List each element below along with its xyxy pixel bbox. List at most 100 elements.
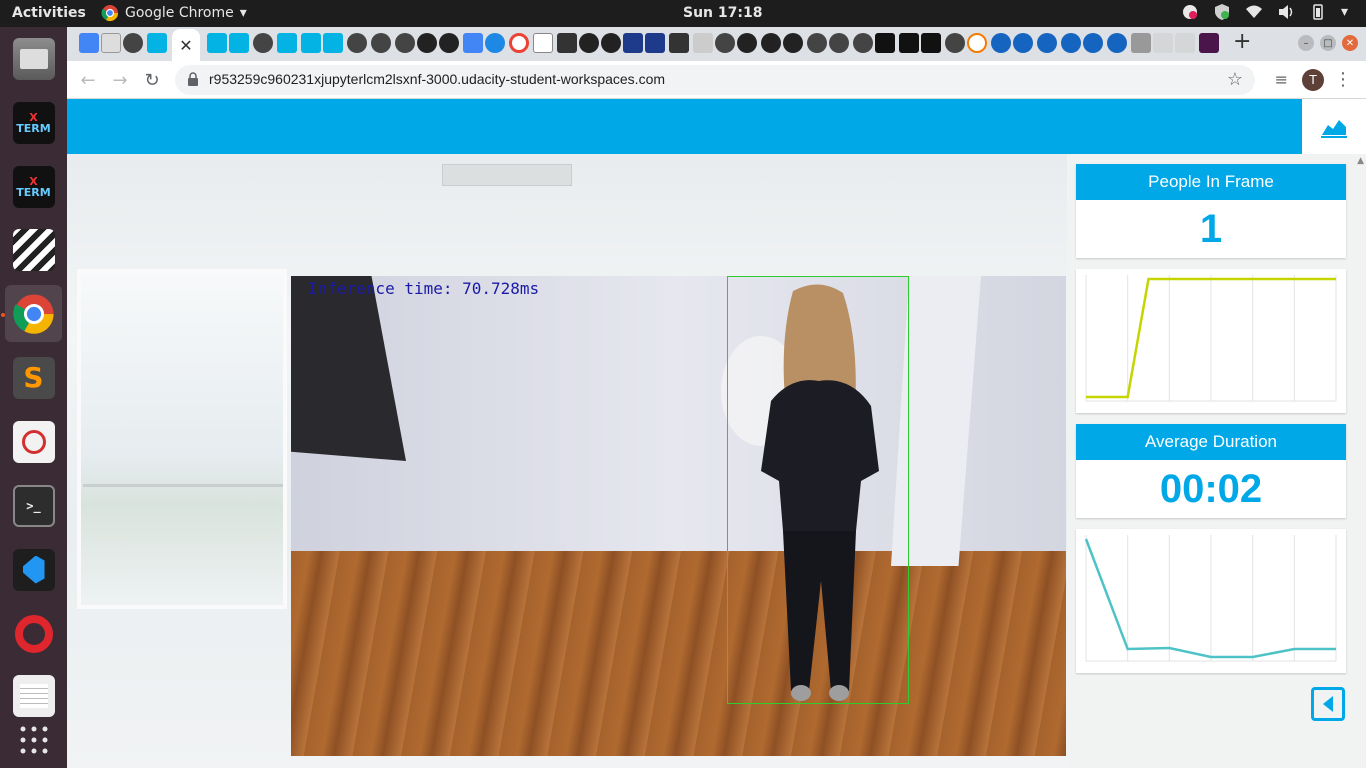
tab-page[interactable] [1083,33,1103,53]
app-menu[interactable]: Google Chrome ▾ [101,4,247,22]
tab-udacity[interactable] [147,33,167,53]
tab-udacity[interactable] [301,33,321,53]
tab-page[interactable] [645,33,665,53]
tab-udacity[interactable] [229,33,249,53]
slack-icon[interactable] [1181,3,1199,21]
video-editor-launcher[interactable] [5,221,62,278]
tab-page[interactable] [1107,33,1127,53]
tab-page[interactable] [601,33,621,53]
clapperboard-icon [12,228,55,271]
new-tab-button[interactable]: + [1233,29,1251,54]
chevron-down-icon: ▾ [1340,4,1348,20]
tab-page[interactable] [1153,33,1173,53]
tab-page[interactable] [1013,33,1033,53]
tab-github[interactable] [715,33,735,53]
document-viewer-launcher[interactable] [5,413,62,470]
vscode-launcher[interactable] [5,541,62,598]
url-text[interactable]: r953259c960231xjupyterlcm2lsxnf-3000.uda… [209,71,665,87]
menu-icon[interactable]: ⋮ [1334,69,1352,90]
tab-page[interactable] [439,33,459,53]
tab-medium[interactable] [899,33,919,53]
close-icon[interactable]: ✕ [179,36,192,55]
maximize-icon[interactable]: □ [1320,35,1336,51]
chrome-launcher[interactable] [5,285,62,342]
tab-page[interactable] [623,33,643,53]
tab-github[interactable] [253,33,273,53]
back-icon[interactable]: ← [77,69,99,91]
video-floor [291,551,1066,756]
tab-notion[interactable] [101,33,121,53]
files-launcher[interactable] [5,30,62,87]
tab-github[interactable] [395,33,415,53]
minimize-icon[interactable]: – [1298,35,1314,51]
chrome-icon [101,5,119,22]
tab-page[interactable] [783,33,803,53]
xterm-icon: X TERM [12,101,55,144]
tab-page[interactable] [1131,33,1151,53]
shield-icon[interactable] [1213,3,1231,21]
xterm-launcher-2[interactable]: X TERM [5,158,62,215]
area-chart-icon [1321,119,1347,138]
tab-page[interactable] [967,33,987,53]
tab-udacity[interactable] [277,33,297,53]
tab-udacity[interactable] [323,33,343,53]
browser-toolbar: ← → ↻ r953259c960231xjupyterlcm2lsxnf-30… [67,61,1366,99]
tab-strip: ✕ + – □ ✕ [67,27,1366,61]
tab-page[interactable] [1175,33,1195,53]
sublime-text-launcher[interactable]: S [5,349,62,406]
tab-page[interactable] [761,33,781,53]
tab-github[interactable] [829,33,849,53]
battery-icon[interactable] [1309,3,1327,21]
collapse-sidebar-button[interactable] [1311,687,1345,721]
tab-slack[interactable] [1199,33,1219,53]
tab-page[interactable] [579,33,599,53]
tab-github[interactable] [807,33,827,53]
detection-bounding-box [727,276,909,704]
tab-github[interactable] [123,33,143,53]
tab-page[interactable] [1037,33,1057,53]
tab-medium[interactable] [921,33,941,53]
tab-page[interactable] [669,33,689,53]
xterm-launcher[interactable]: X TERM [5,94,62,151]
tab-page[interactable] [485,33,505,53]
tab-page[interactable] [557,33,577,53]
tab-google[interactable] [509,33,529,53]
tab-medium[interactable] [875,33,895,53]
app-header [67,99,1302,154]
scroll-up-arrow-icon[interactable]: ▲ [1357,156,1364,166]
people-line-chart [1085,275,1337,402]
address-bar[interactable]: r953259c960231xjupyterlcm2lsxnf-3000.uda… [175,65,1255,95]
chrome-icon [12,293,54,334]
media-controls-icon[interactable]: ≡ [1275,70,1288,89]
show-applications-button[interactable] [5,711,62,768]
opera-launcher[interactable] [5,605,62,662]
stats-toggle-tab[interactable] [1302,99,1366,154]
tab-page[interactable] [417,33,437,53]
forward-icon[interactable]: → [109,69,131,91]
system-tray[interactable]: ▾ [1181,3,1348,21]
tab-docs[interactable] [463,33,483,53]
tab-github[interactable] [853,33,873,53]
clock[interactable]: Sun 17:18 [683,5,762,21]
volume-icon[interactable] [1277,3,1295,21]
tab-docs[interactable] [79,33,99,53]
bookmark-star-icon[interactable]: ☆ [1227,69,1243,90]
profile-avatar[interactable]: T [1302,69,1324,91]
close-window-icon[interactable]: ✕ [1342,35,1358,51]
tab-udacity[interactable] [207,33,227,53]
tab-github[interactable] [371,33,391,53]
wifi-icon[interactable] [1245,3,1263,21]
terminal-launcher[interactable]: >_ [5,477,62,534]
activities-button[interactable]: Activities [12,5,86,21]
people-chart-card [1076,269,1346,413]
lock-icon[interactable] [187,72,199,86]
tab-github[interactable] [945,33,965,53]
tab-page[interactable] [533,33,553,53]
tab-page[interactable] [1061,33,1081,53]
tab-page[interactable] [737,33,757,53]
reload-icon[interactable]: ↻ [141,69,163,91]
tab-page[interactable] [693,33,713,53]
tab-github[interactable] [347,33,367,53]
tab-page[interactable] [991,33,1011,53]
tab-current[interactable]: ✕ [172,29,200,61]
